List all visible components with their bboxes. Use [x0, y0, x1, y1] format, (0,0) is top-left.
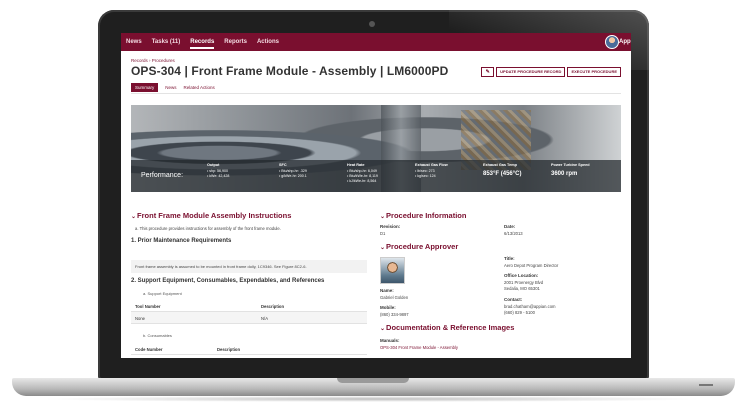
top-navigation: News Tasks (11) Records Reports Actions … — [121, 33, 631, 51]
user-avatar[interactable] — [605, 35, 619, 49]
nav-records[interactable]: Records — [190, 33, 215, 51]
laptop-shadow — [40, 396, 705, 402]
webcam-icon — [369, 21, 375, 27]
manual-link[interactable]: OPS-304 Front Frame Module - Assembly — [380, 345, 458, 350]
nav-tasks[interactable]: Tasks (11) — [152, 33, 181, 51]
tab-related-actions[interactable]: Related Actions — [184, 85, 215, 90]
app-screen: News Tasks (11) Records Reports Actions … — [121, 33, 631, 358]
chevron-down-icon: ⌄ — [380, 326, 386, 332]
instructions-intro: a. This procedure provides instructions … — [135, 226, 281, 231]
approver-photo — [380, 257, 405, 284]
step1-note: Front frame assembly is assumed to be mo… — [135, 264, 307, 269]
execute-procedure-button[interactable]: EXECUTE PROCEDURE — [567, 67, 621, 77]
support-equipment-label: a. Support Equipment — [143, 291, 182, 296]
approver-heading[interactable]: ⌄Procedure Approver — [380, 242, 458, 251]
consumables-label: b. Consumables — [143, 333, 172, 338]
nav-news[interactable]: News — [126, 33, 142, 51]
metric-turbine-speed: Power Turbine Speed 3600 rpm — [551, 163, 590, 177]
manuals-label: Manuals: — [380, 338, 400, 343]
metric-exhaust-temp: Exhaust Gas Temp 853°F (456°C) — [483, 163, 522, 177]
nav-reports[interactable]: Reports — [224, 33, 247, 51]
chevron-down-icon: ⌄ — [380, 245, 386, 251]
revision-value: D1 — [380, 231, 386, 236]
step2-heading: 2. Support Equipment, Consumables, Expen… — [131, 278, 325, 284]
date-label: Date: — [504, 224, 516, 229]
breadcrumb[interactable]: Records › Procedures — [131, 58, 175, 63]
metric-exhaust-flow: Exhaust Gas Flow • lb/sec: 273 • kg/sec:… — [415, 163, 448, 178]
performance-banner: Performance: Output • shp: 56,900 • kWe:… — [131, 105, 621, 192]
base-notch — [337, 378, 409, 383]
performance-strip: Performance: Output • shp: 56,900 • kWe:… — [131, 160, 621, 192]
chevron-down-icon: ⌄ — [380, 214, 386, 220]
laptop-base — [12, 378, 735, 396]
record-actions: ✎ UPDATE PROCEDURE RECORD EXECUTE PROCED… — [481, 67, 621, 77]
page-title: OPS-304 | Front Frame Module - Assembly … — [131, 64, 449, 78]
tab-divider — [131, 93, 621, 94]
approver-name-value: Gabriel Golden — [380, 295, 409, 300]
office-location-label: Office Location: — [504, 273, 539, 278]
chevron-down-icon: ⌄ — [131, 214, 137, 220]
revision-label: Revision: — [380, 224, 401, 229]
side-port — [699, 384, 713, 386]
step1-note-box: Front frame assembly is assumed to be mo… — [131, 260, 367, 273]
procedure-info-heading[interactable]: ⌄Procedure Information — [380, 211, 466, 220]
approver-mobile-value: (860) 334-9897 — [380, 312, 409, 317]
record-tabs: Summary News Related Actions — [131, 83, 222, 92]
tab-news[interactable]: News — [165, 85, 176, 90]
office-address-line2: Sedalia, MO 65301 — [504, 286, 540, 291]
documentation-heading[interactable]: ⌄Documentation & Reference Images — [380, 323, 514, 332]
related-actions-icon[interactable]: ✎ — [481, 67, 495, 77]
update-procedure-button[interactable]: UPDATE PROCEDURE RECORD — [496, 67, 566, 77]
tab-summary[interactable]: Summary — [131, 83, 159, 92]
metric-sfc: SFC • Btu/shp-hr: .329 • g/kWe-hr: 200.1 — [279, 163, 307, 178]
metric-output: Output • shp: 56,900 • kWe: 42,428 — [207, 163, 230, 178]
instructions-heading[interactable]: ⌄Front Frame Module Assembly Instruction… — [131, 211, 291, 220]
nav-actions[interactable]: Actions — [257, 33, 279, 51]
contact-label: Contact: — [504, 297, 523, 302]
consumables-table-header: Code Number Description — [131, 343, 367, 355]
approver-title-label: Title: — [504, 256, 515, 261]
step1-heading: 1. Prior Maintenance Requirements — [131, 238, 232, 244]
approver-name-label: Name: — [380, 288, 394, 293]
table-row: None N/A — [131, 312, 367, 324]
contact-phone: (660) 829 - 5100 — [504, 310, 535, 315]
approver-mobile-label: Mobile: — [380, 305, 396, 310]
date-value: 6/13/2013 — [504, 231, 523, 236]
performance-label: Performance: — [141, 172, 184, 179]
tool-table-header: Tool Number Description — [131, 300, 367, 312]
metric-heat-rate: Heat Rate • Btu/shp-hr: 6,049 • Btu/kWe-… — [347, 163, 378, 183]
approver-title-value: Aero Depot Program Director — [504, 263, 559, 268]
app-logo-text: Appian — [619, 39, 631, 45]
